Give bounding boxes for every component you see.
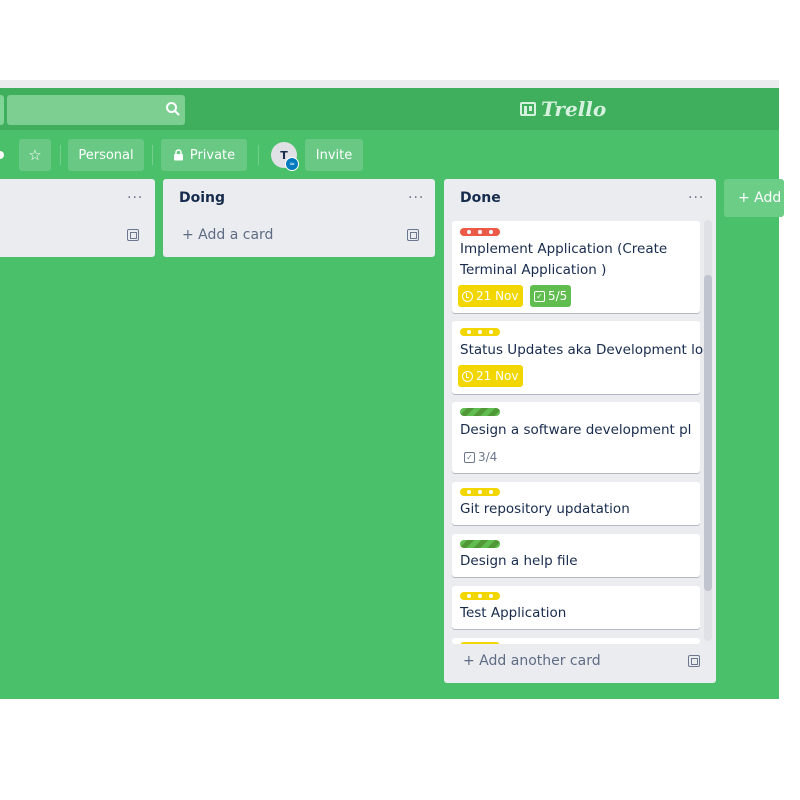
checklist-badge: ✓ 5/5: [530, 285, 572, 307]
header-button-partial[interactable]: [0, 95, 4, 125]
card-label-green[interactable]: [460, 408, 500, 416]
card[interactable]: Git repository updatation: [452, 482, 700, 525]
private-label: Private: [189, 147, 236, 163]
divider: [152, 145, 153, 165]
card-label-yellow[interactable]: [460, 328, 500, 336]
card-label-yellow: [460, 642, 500, 644]
card-template-icon[interactable]: [407, 229, 419, 241]
invite-button[interactable]: Invite: [305, 139, 363, 171]
due-date-badge[interactable]: 21 Nov: [458, 285, 523, 307]
card-title: Test Application: [460, 605, 567, 621]
list-menu-icon[interactable]: ···: [408, 190, 424, 206]
card-label-yellow[interactable]: [460, 592, 500, 600]
checklist-badge: ✓ 3/4: [460, 446, 501, 468]
checklist-icon: ✓: [464, 451, 475, 463]
list-menu-icon[interactable]: ···: [127, 190, 143, 206]
star-icon: ☆: [28, 146, 42, 164]
admin-chevron-icon: ≈: [285, 157, 299, 171]
list-title[interactable]: Done: [460, 190, 501, 206]
personal-label: Personal: [78, 147, 134, 163]
due-date-badge[interactable]: 21 Nov: [458, 365, 523, 387]
clock-icon: [462, 290, 473, 302]
lock-icon: [173, 149, 183, 161]
divider: [60, 145, 61, 165]
add-card-button[interactable]: + Add a card: [182, 227, 273, 243]
logo-text: Trello: [541, 97, 607, 121]
card-template-icon[interactable]: [688, 655, 700, 667]
personal-team-button[interactable]: Personal: [68, 139, 144, 171]
clock-icon: [462, 370, 473, 382]
card-title: Design a help file: [460, 553, 578, 569]
browser-top-edge: [0, 80, 779, 88]
card[interactable]: Test Application: [452, 586, 700, 629]
add-another-card-button[interactable]: + Add another card: [463, 653, 601, 669]
add-list-button[interactable]: + Add another list: [724, 179, 784, 217]
search-input[interactable]: [7, 95, 185, 125]
add-list-label: + Add another list: [738, 190, 784, 206]
star-board-button[interactable]: ☆: [19, 139, 51, 171]
card-label-yellow[interactable]: [460, 488, 500, 496]
list-scrollbar-thumb[interactable]: [704, 275, 712, 591]
card-title: Implement Application (Create Terminal A…: [460, 241, 668, 278]
checklist-icon: ✓: [534, 290, 545, 302]
divider: [258, 145, 259, 165]
search-icon[interactable]: [164, 100, 182, 118]
trello-board-icon: [520, 102, 536, 116]
due-date: 21 Nov: [476, 289, 519, 303]
card-title: Status Updates aka Development log: [460, 342, 712, 358]
card-label-green[interactable]: [460, 540, 500, 548]
card-template-icon[interactable]: [127, 229, 139, 241]
visibility-private-button[interactable]: Private: [161, 139, 247, 171]
card[interactable]: Implement Application (Create Terminal A…: [452, 221, 700, 313]
list-menu-icon[interactable]: ···: [688, 190, 704, 206]
card[interactable]: Status Updates aka Development log 21 No…: [452, 321, 712, 394]
card-title: Git repository updatation: [460, 501, 630, 517]
card[interactable]: Design a help file: [452, 534, 700, 577]
list-title[interactable]: Doing: [179, 190, 225, 206]
card-label-red[interactable]: [460, 228, 500, 236]
card-title: Design a software development pl: [460, 422, 692, 438]
trello-logo[interactable]: Trello: [520, 96, 606, 122]
due-date: 21 Nov: [476, 369, 519, 383]
checklist-count: 3/4: [478, 450, 498, 464]
card[interactable]: Design a software development pl ✓ 3/4: [452, 402, 700, 473]
card-partial[interactable]: [452, 638, 700, 644]
invite-label: Invite: [315, 147, 353, 163]
checklist-count: 5/5: [548, 289, 568, 303]
